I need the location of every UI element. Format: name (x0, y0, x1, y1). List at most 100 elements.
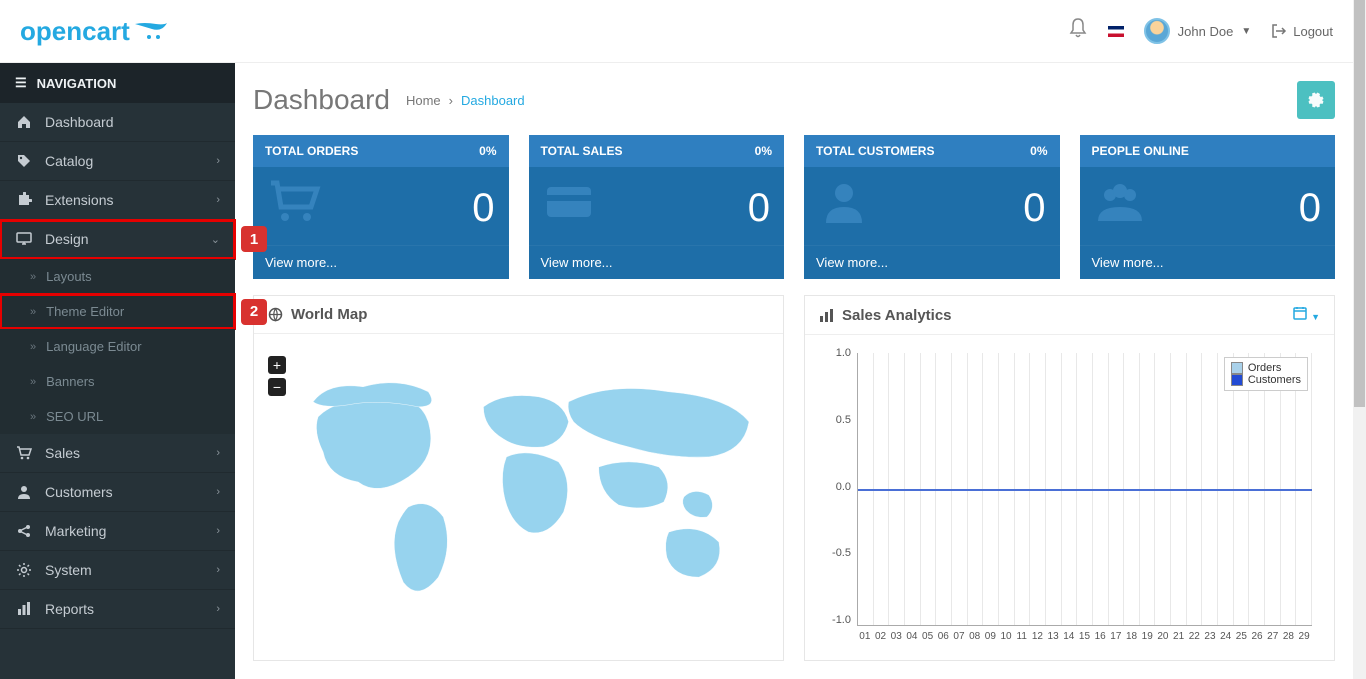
sidebar-item-marketing[interactable]: Marketing › (0, 512, 235, 551)
crumb-home[interactable]: Home (406, 93, 441, 108)
desktop-icon (15, 231, 33, 247)
puzzle-icon (15, 192, 33, 208)
logout-icon (1271, 23, 1287, 39)
chevron-double-right-icon: » (30, 411, 36, 423)
gear-icon (15, 562, 33, 578)
sidebar-item-sales[interactable]: Sales › (0, 434, 235, 473)
sales-chart: 1.00.50.0-0.5-1.0 0102030405060708091011… (819, 347, 1320, 648)
nav-label: Sales (45, 445, 80, 461)
map-zoom-in-button[interactable]: + (268, 356, 286, 374)
world-map-panel: World Map + − (253, 295, 784, 661)
legend-orders: Orders (1248, 362, 1282, 374)
bar-icon (15, 601, 33, 617)
sidebar-item-catalog[interactable]: Catalog › (0, 142, 235, 181)
chevron-right-icon: › (216, 447, 220, 459)
bar-chart-icon (819, 308, 834, 323)
chevron-right-icon: › (216, 525, 220, 537)
sidebar-item-customers[interactable]: Customers › (0, 473, 235, 512)
world-map-title: World Map (291, 306, 367, 323)
card-icon (543, 177, 597, 239)
nav-sub-label: Theme Editor (46, 304, 124, 319)
tile-value: 0 (1299, 186, 1321, 231)
logo-text: opencart (20, 16, 130, 47)
sidebar-subitem-seo-url[interactable]: » SEO URL (0, 399, 235, 434)
sidebar-item-design[interactable]: Design ⌄ 1 (0, 220, 235, 259)
breadcrumb: Home › Dashboard (406, 93, 525, 108)
sidebar-item-extensions[interactable]: Extensions › (0, 181, 235, 220)
user-menu[interactable]: John Doe ▼ (1144, 18, 1252, 44)
tile-view-more[interactable]: View more... (1080, 245, 1336, 279)
crumb-separator: › (449, 93, 453, 108)
sidebar-item-system[interactable]: System › (0, 551, 235, 590)
nav-label: Dashboard (45, 114, 114, 130)
tile-title: TOTAL ORDERS (265, 144, 358, 158)
nav-label: Design (45, 231, 89, 247)
notifications-icon[interactable] (1068, 17, 1088, 45)
stat-tile-people-online: PEOPLE ONLINE 0 View more... (1080, 135, 1336, 279)
stat-tile-total-customers: TOTAL CUSTOMERS0% 0 View more... (804, 135, 1060, 279)
globe-icon (268, 307, 283, 322)
date-range-picker[interactable]: ▼ (1293, 306, 1320, 324)
tile-view-more[interactable]: View more... (529, 245, 785, 279)
tile-value: 0 (748, 186, 770, 231)
chevron-right-icon: › (216, 194, 220, 206)
nav-label: Reports (45, 601, 94, 617)
nav-label: Marketing (45, 523, 106, 539)
logout-label: Logout (1293, 24, 1333, 39)
logout-link[interactable]: Logout (1271, 23, 1333, 39)
page-title: Dashboard (253, 84, 390, 116)
nav-sub-label: Language Editor (46, 339, 141, 354)
annotation-badge: 2 (241, 299, 267, 325)
tile-title: TOTAL SALES (541, 144, 623, 158)
nav-sub-label: SEO URL (46, 409, 103, 424)
chevron-double-right-icon: » (30, 376, 36, 388)
gear-icon (1308, 92, 1324, 108)
main-content: Dashboard Home › Dashboard TOTAL ORDERS 0… (235, 63, 1353, 679)
tile-pct: 0% (755, 144, 772, 158)
logo-cart-icon (134, 22, 168, 40)
sidebar-subitem-language-editor[interactable]: » Language Editor (0, 329, 235, 364)
sidebar-subitem-layouts[interactable]: » Layouts (0, 259, 235, 294)
crumb-active[interactable]: Dashboard (461, 93, 525, 108)
cart-icon (15, 445, 33, 461)
page-scrollbar[interactable] (1353, 0, 1366, 679)
people-icon (1094, 177, 1148, 239)
sidebar-subitem-theme-editor[interactable]: » Theme Editor 2 (0, 294, 235, 329)
calendar-icon (1293, 306, 1307, 320)
home-icon (15, 114, 33, 130)
sidebar-item-reports[interactable]: Reports › (0, 590, 235, 629)
sidebar: ☰ NAVIGATION Dashboard Catalog › Extensi… (0, 63, 235, 679)
username-label: John Doe (1178, 24, 1234, 39)
settings-button[interactable] (1297, 81, 1335, 119)
app-header: opencart John Doe ▼ Logout (0, 0, 1353, 63)
tag-icon (15, 153, 33, 169)
world-map-body[interactable]: + − (254, 334, 783, 660)
tile-pct: 0% (479, 144, 496, 158)
map-zoom-out-button[interactable]: − (268, 378, 286, 396)
nav-sub-label: Layouts (46, 269, 92, 284)
nav-label: System (45, 562, 92, 578)
logo[interactable]: opencart (20, 16, 168, 47)
person-icon (818, 177, 872, 239)
avatar-icon (1144, 18, 1170, 44)
hamburger-icon[interactable]: ☰ (15, 75, 27, 91)
chevron-right-icon: › (216, 564, 220, 576)
chevron-down-icon: ⌄ (211, 233, 220, 246)
tile-value: 0 (1023, 186, 1045, 231)
tile-view-more[interactable]: View more... (804, 245, 1060, 279)
nav-header: ☰ NAVIGATION (0, 63, 235, 103)
tile-view-more[interactable]: View more... (253, 245, 509, 279)
sidebar-subitem-banners[interactable]: » Banners (0, 364, 235, 399)
chevron-double-right-icon: » (30, 341, 36, 353)
chevron-right-icon: › (216, 155, 220, 167)
chevron-right-icon: › (216, 486, 220, 498)
nav-label: Customers (45, 484, 113, 500)
nav-sub-label: Banners (46, 374, 94, 389)
sidebar-item-dashboard[interactable]: Dashboard (0, 103, 235, 142)
chevron-double-right-icon: » (30, 271, 36, 283)
chevron-right-icon: › (216, 603, 220, 615)
stat-tile-total-orders: TOTAL ORDERS0% 0 View more... (253, 135, 509, 279)
chevron-double-right-icon: » (30, 306, 36, 318)
language-flag-icon[interactable] (1108, 26, 1124, 37)
tile-title: PEOPLE ONLINE (1092, 144, 1189, 158)
